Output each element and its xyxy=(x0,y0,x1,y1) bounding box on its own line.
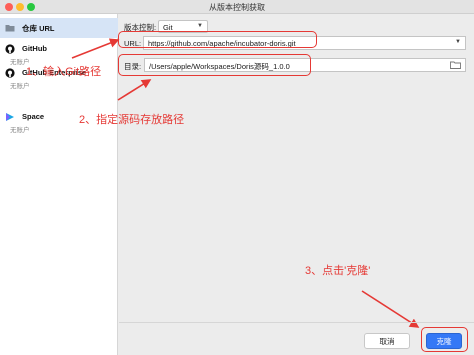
window-title: 从版本控制获取 xyxy=(209,3,265,12)
arrow-to-directory xyxy=(117,79,152,101)
annotation-step1: 1、输入Git路径 xyxy=(26,66,102,78)
directory-highlight-box xyxy=(118,54,311,76)
title-bar: 从版本控制获取 xyxy=(0,0,474,14)
annotation-step2: 2、指定源码存放路径 xyxy=(79,114,185,126)
clone-dialog-window: 从版本控制获取 仓库 URL GitHub 无账户 GitHub Enterpr… xyxy=(0,0,474,355)
github-icon xyxy=(5,68,15,78)
sidebar-item-account: 无账户 xyxy=(10,127,30,134)
cancel-button[interactable]: 取消 xyxy=(364,333,410,349)
clone-button[interactable]: 克隆 xyxy=(426,333,462,349)
space-icon xyxy=(6,113,14,121)
footer-divider xyxy=(119,322,474,323)
annotation-step3: 3、点击'克隆' xyxy=(305,265,371,277)
sidebar-item-repo-url[interactable]: 仓库 URL xyxy=(0,18,118,38)
chevron-down-icon: ▼ xyxy=(455,39,461,45)
sidebar-item-label: 仓库 URL xyxy=(22,24,55,33)
browse-folder-icon[interactable] xyxy=(450,61,461,69)
chevron-down-icon: ▼ xyxy=(197,23,203,29)
github-icon xyxy=(5,44,15,54)
sidebar-item-label: GitHub xyxy=(22,44,47,53)
sidebar-item-label: Space xyxy=(22,112,45,121)
url-highlight-box xyxy=(118,31,317,48)
sidebar-item-account: 无账户 xyxy=(10,83,30,90)
folder-icon xyxy=(5,25,15,32)
